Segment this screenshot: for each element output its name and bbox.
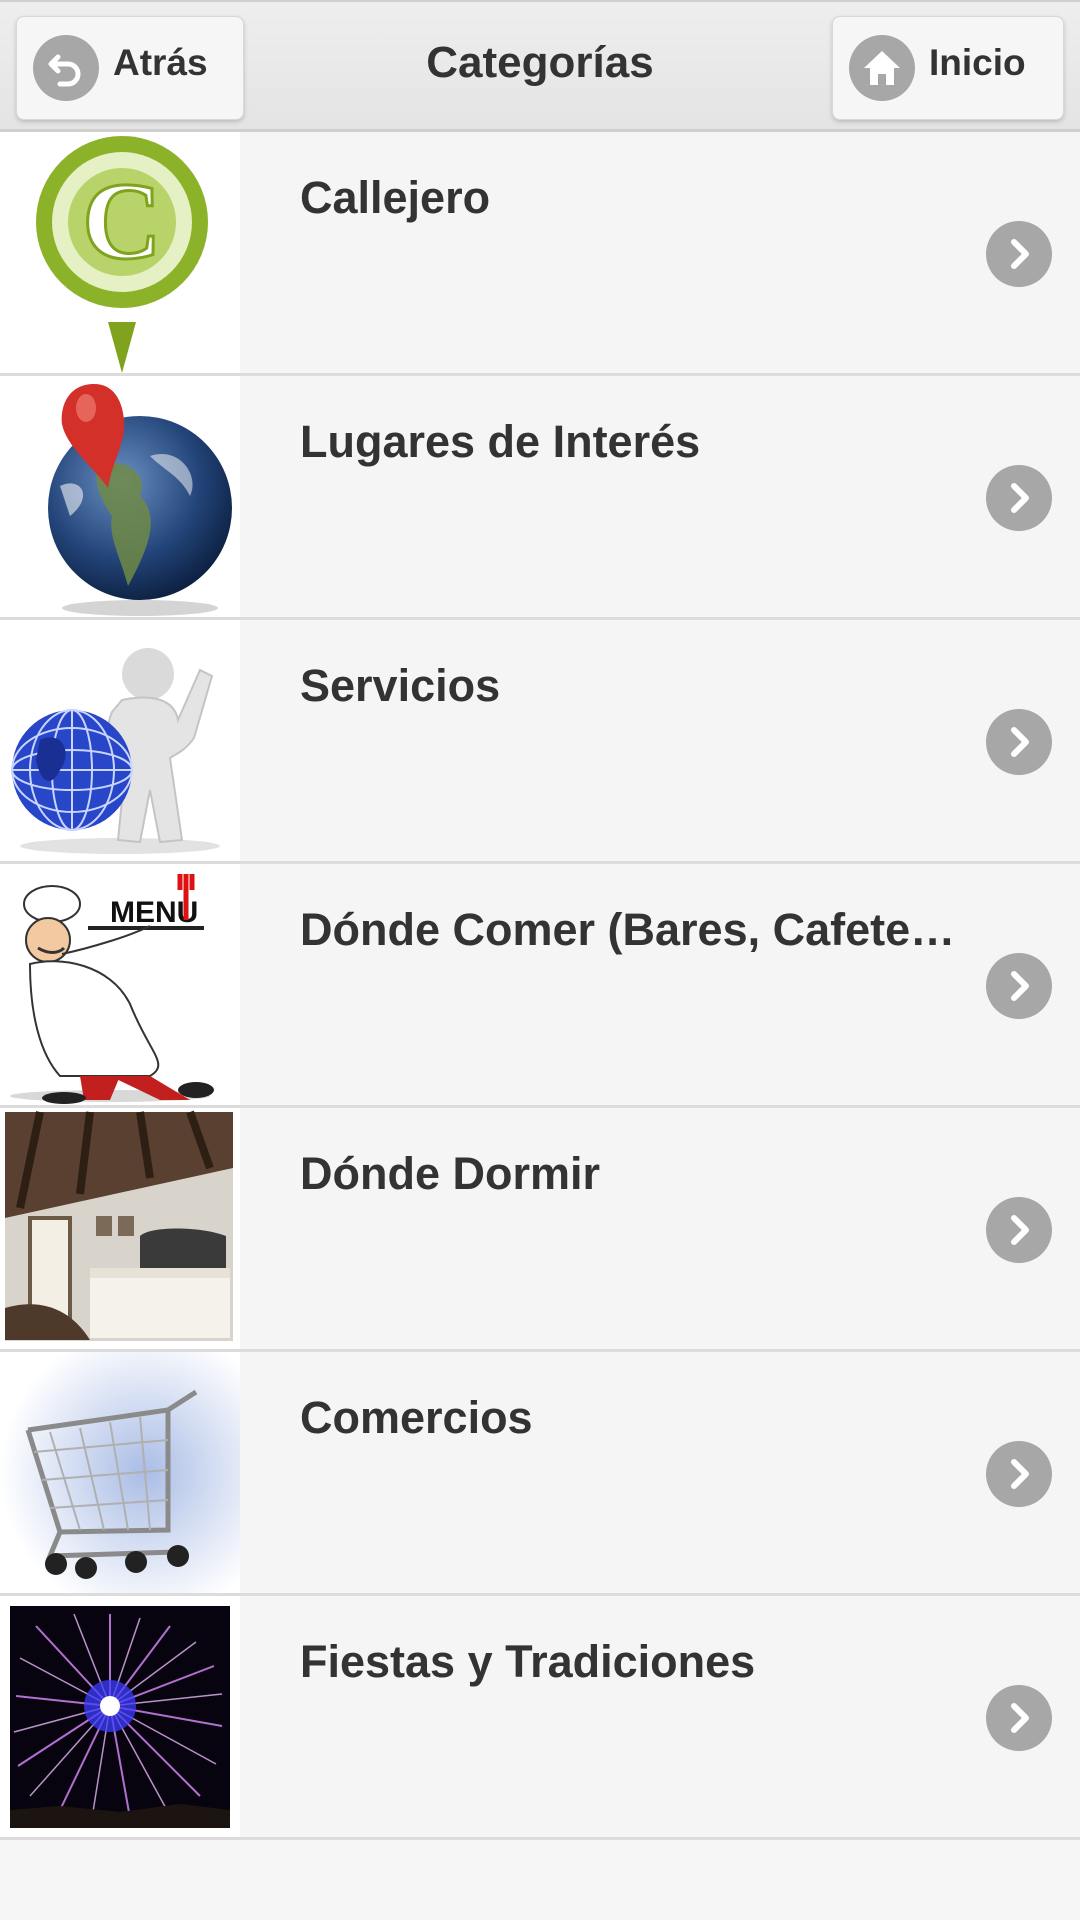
header-bar: Atrás Categorías Inicio <box>0 0 1080 132</box>
list-item-callejero[interactable]: C Callejero <box>0 132 1080 376</box>
category-label: Fiestas y Tradiciones <box>300 1636 756 1687</box>
shopping-cart-icon <box>0 1352 240 1593</box>
callejero-letter: C <box>82 160 161 282</box>
home-button[interactable]: Inicio <box>832 16 1064 120</box>
chevron-right-icon <box>986 1441 1052 1507</box>
list-item-donde-dormir[interactable]: Dónde Dormir <box>0 1108 1080 1352</box>
category-label: Dónde Dormir <box>300 1148 601 1199</box>
list-item-lugares-de-interes[interactable]: Lugares de Interés <box>0 376 1080 620</box>
list-item-donde-comer[interactable]: MENU Dónde Comer (Bares, Cafeterías, Res… <box>0 864 1080 1108</box>
category-label: Callejero <box>300 172 491 223</box>
fireworks-photo <box>0 1596 240 1837</box>
list-item-fiestas-y-tradiciones[interactable]: Fiestas y Tradiciones <box>0 1596 1080 1840</box>
category-label: Comercios <box>300 1392 533 1443</box>
callejero-pin-icon: C <box>0 132 240 373</box>
chevron-right-icon <box>986 1197 1052 1263</box>
category-label: Dónde Comer (Bares, Cafeterías, Restaura… <box>300 904 960 955</box>
bedroom-photo <box>0 1108 240 1349</box>
chevron-right-icon <box>986 1685 1052 1751</box>
chevron-right-icon <box>986 953 1052 1019</box>
category-list: C Callejero Lugares de Interés Servicios… <box>0 132 1080 1840</box>
category-label: Lugares de Interés <box>300 416 701 467</box>
list-item-comercios[interactable]: Comercios <box>0 1352 1080 1596</box>
category-label: Servicios <box>300 660 501 711</box>
globe-pin-icon <box>0 376 240 617</box>
chef-menu-icon: MENU <box>0 864 240 1105</box>
home-button-label: Inicio <box>929 42 1026 83</box>
chevron-right-icon <box>986 221 1052 287</box>
globe-figure-icon <box>0 620 240 861</box>
list-item-servicios[interactable]: Servicios <box>0 620 1080 864</box>
chevron-right-icon <box>986 709 1052 775</box>
chevron-right-icon <box>986 465 1052 531</box>
home-icon <box>849 35 915 101</box>
